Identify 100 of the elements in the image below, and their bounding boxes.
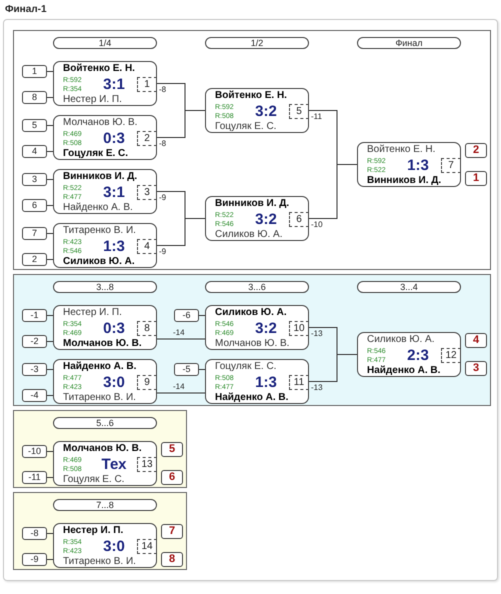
place-box: 8 bbox=[161, 552, 183, 567]
player-name: Гоцуляк Е. С. bbox=[215, 361, 278, 373]
round-header: 1/4 bbox=[53, 37, 157, 49]
match-number: 6 bbox=[289, 212, 309, 227]
match-score: 1:3 bbox=[406, 158, 430, 174]
seed-box: 1 bbox=[22, 65, 47, 78]
player-name: Силиков Ю. А. bbox=[215, 229, 284, 241]
match-score: Тех bbox=[100, 456, 128, 472]
player-name: Титаренко В. И. bbox=[63, 556, 137, 568]
seed-box: 4 bbox=[22, 145, 47, 158]
player-name: Гоцуляк Е. С. bbox=[63, 148, 130, 160]
place-box: 2 bbox=[465, 143, 487, 158]
match-number: 13 bbox=[137, 457, 157, 472]
loser-label: -9 bbox=[159, 192, 166, 202]
seed-box: -9 bbox=[22, 553, 47, 566]
player-name: Молчанов Ю. В. bbox=[63, 443, 143, 455]
match-number: 4 bbox=[137, 239, 157, 254]
place-box: 5 bbox=[161, 442, 183, 457]
seed-box: 8 bbox=[22, 91, 47, 104]
loser-label: -14 bbox=[173, 328, 185, 337]
match-score: 3:0 bbox=[102, 374, 126, 390]
player-name: Войтенко Е. Н. bbox=[367, 144, 436, 156]
player-name: Винников И. Д. bbox=[63, 171, 138, 183]
round-header: 7...8 bbox=[53, 499, 157, 511]
seed-box: -2 bbox=[22, 335, 47, 348]
place-box: 1 bbox=[465, 171, 487, 186]
player-name: Нестер И. П. bbox=[63, 307, 123, 319]
match-number: 11 bbox=[289, 375, 309, 390]
place-box: 4 bbox=[465, 333, 487, 348]
match-score: 3:1 bbox=[102, 76, 126, 92]
seed-box: 5 bbox=[22, 119, 47, 132]
match-number: 10 bbox=[289, 321, 309, 336]
match-number: 9 bbox=[137, 375, 157, 390]
match-score: 0:3 bbox=[102, 320, 126, 336]
match-number: 7 bbox=[441, 158, 461, 173]
bracket-line bbox=[308, 327, 358, 382]
loser-label: -10 bbox=[311, 220, 323, 228]
bracket-line bbox=[156, 338, 206, 340]
match-number: 5 bbox=[289, 104, 309, 119]
place-box: 7 bbox=[161, 524, 183, 539]
player-name: Силиков Ю. А. bbox=[367, 334, 436, 346]
match-number: 1 bbox=[137, 77, 157, 92]
match-number: 14 bbox=[137, 539, 157, 554]
seed-box: 3 bbox=[22, 173, 47, 186]
match-score: 3:2 bbox=[254, 212, 278, 228]
player-name: Нестер И. П. bbox=[63, 94, 123, 106]
player-name: Силиков Ю. А. bbox=[63, 256, 136, 268]
seed-box: -11 bbox=[22, 471, 47, 484]
loser-label: -8 bbox=[159, 84, 166, 94]
match-number: 3 bbox=[137, 185, 157, 200]
player-name: Титаренко В. И. bbox=[63, 225, 137, 237]
player-name: Молчанов Ю. В. bbox=[215, 338, 290, 350]
seed-box: -4 bbox=[22, 389, 47, 402]
player-name: Войтенко Е. Н. bbox=[63, 63, 136, 75]
round-header: Финал bbox=[357, 37, 461, 49]
loser-label: -14 bbox=[173, 382, 185, 391]
player-name: Найденко А. В. bbox=[63, 202, 134, 214]
bracket-title: Финал-1 bbox=[5, 4, 48, 16]
match-score: 3:2 bbox=[254, 320, 278, 336]
seed-box: 7 bbox=[22, 227, 47, 240]
round-header: 3...6 bbox=[205, 281, 309, 293]
match-score: 3:0 bbox=[102, 538, 126, 554]
match-score: 0:3 bbox=[102, 130, 126, 146]
loser-label: -11 bbox=[311, 112, 322, 120]
player-name: Титаренко В. И. bbox=[63, 392, 137, 404]
match-score: 1:3 bbox=[254, 374, 278, 390]
player-name: Винников И. Д. bbox=[367, 175, 442, 187]
round-header: 1/2 bbox=[205, 37, 309, 49]
match-score: 2:3 bbox=[406, 348, 430, 364]
match-score: 1:3 bbox=[102, 238, 126, 254]
player-name: Гоцуляк Е. С. bbox=[215, 121, 278, 133]
bracket-line bbox=[156, 83, 206, 138]
loser-label: -8 bbox=[159, 138, 166, 148]
seed-box: 6 bbox=[22, 199, 47, 212]
player-name: Найденко А. В. bbox=[63, 361, 138, 373]
player-name: Войтенко Е. Н. bbox=[215, 90, 288, 102]
player-name: Силиков Ю. А. bbox=[215, 307, 288, 319]
bracket-line bbox=[156, 392, 206, 394]
round-header: 3...4 bbox=[357, 281, 461, 293]
match-score: 3:2 bbox=[254, 104, 278, 120]
match-number: 2 bbox=[137, 131, 157, 146]
seed-box: -3 bbox=[22, 363, 47, 376]
place-box: 3 bbox=[465, 361, 487, 376]
place-box: 6 bbox=[161, 470, 183, 485]
bracket-line bbox=[156, 191, 206, 246]
match-number: 12 bbox=[441, 348, 461, 363]
player-name: Гоцуляк Е. С. bbox=[63, 474, 126, 486]
loser-label: -13 bbox=[311, 382, 323, 392]
loser-label: -13 bbox=[311, 328, 323, 338]
player-name: Найденко А. В. bbox=[367, 365, 442, 377]
round-header: 5...6 bbox=[53, 417, 157, 429]
seed-box: -10 bbox=[22, 445, 47, 458]
player-name: Нестер И. П. bbox=[63, 525, 124, 537]
match-score: 3:1 bbox=[102, 184, 126, 200]
player-name: Молчанов Ю. В. bbox=[63, 117, 138, 129]
seed-box: -8 bbox=[22, 527, 47, 540]
player-name: Найденко А. В. bbox=[215, 392, 290, 404]
seed-box: 2 bbox=[22, 253, 47, 266]
loser-label: -9 bbox=[159, 246, 166, 256]
player-name: Винников И. Д. bbox=[215, 198, 290, 210]
